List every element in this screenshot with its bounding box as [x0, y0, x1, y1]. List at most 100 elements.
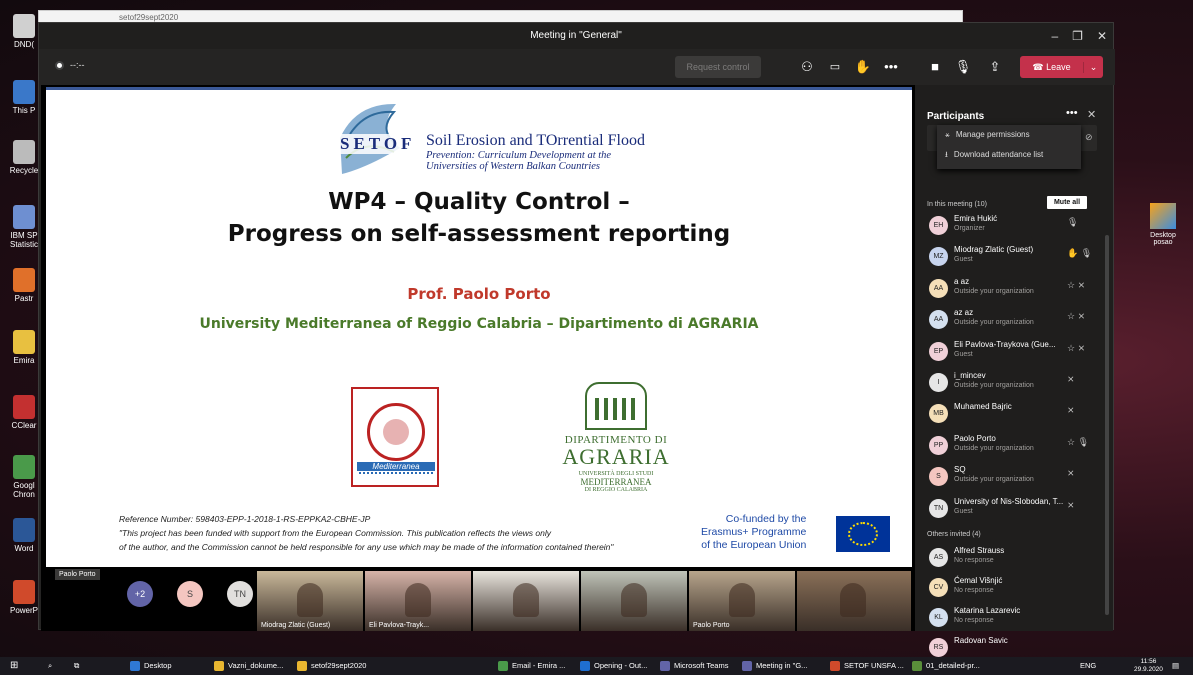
- invited-row[interactable]: CV Ćemal Višnjić No response: [927, 573, 1097, 603]
- video-tile[interactable]: [581, 571, 687, 631]
- windows-start-icon[interactable]: ⊞: [10, 659, 18, 673]
- menu-item-label: Download attendance list: [953, 150, 1044, 159]
- taskbar-item[interactable]: Email - Emira ...: [498, 659, 565, 673]
- taskbar-item[interactable]: Opening - Out...: [580, 659, 647, 673]
- video-tile[interactable]: Eli Pavlova-Trayk...: [365, 571, 471, 631]
- leave-label: Leave: [1046, 61, 1071, 72]
- taskbar-item[interactable]: Desktop: [130, 659, 172, 673]
- participants-menu: ⚹ Manage permissions ⭳ Download attendance…: [937, 125, 1081, 169]
- taskbar-item[interactable]: setof29sept2020: [297, 659, 366, 673]
- desktop-shortcut[interactable]: Desktop posao: [1143, 203, 1183, 246]
- participant-row[interactable]: AA az az Outside your organization ☆ ⨯: [927, 305, 1097, 335]
- video-tile[interactable]: Paolo Porto: [689, 571, 795, 631]
- participant-status: Guest: [954, 507, 973, 515]
- app-icon: [660, 661, 670, 672]
- invited-row[interactable]: AS Alfred Strauss No response: [927, 543, 1097, 573]
- meeting-toolbar: --:-- Request control ⚇ ▭ ✋ ••• ■ 🎙 ⇪ ☎ …: [39, 49, 1115, 85]
- participant-action-icon[interactable]: ☆ ⨯: [1067, 280, 1085, 291]
- participant-action-icon[interactable]: ☆ 🎙: [1067, 437, 1089, 448]
- participant-avatar[interactable]: S: [177, 581, 203, 607]
- agraria-logo: DIPARTIMENTO DI AGRARIA UNIVERSITÀ DEGLI…: [551, 382, 681, 512]
- participant-name: University of Nis-Slobodan, T...: [954, 496, 1064, 506]
- slide-title-line-1: WP4 – Quality Control –: [328, 189, 630, 215]
- in-meeting-header[interactable]: In this meeting (10): [927, 201, 987, 208]
- leave-dropdown-icon[interactable]: ⌄: [1083, 61, 1103, 73]
- menu-item-download-attendance[interactable]: ⭳ Download attendance list: [937, 145, 1081, 165]
- participant-row[interactable]: TN University of Nis-Slobodan, T... Guest ⨯: [927, 494, 1097, 524]
- presentation-slide: SETOF Soil Erosion and TOrrential Flood …: [46, 87, 912, 567]
- notifications-icon[interactable]: ▤: [1172, 659, 1179, 673]
- participant-row[interactable]: EP Eli Pavlova-Traykova (Gue... Guest ☆ ⨯: [927, 337, 1097, 367]
- share-screen-icon[interactable]: ⇪: [985, 57, 1005, 77]
- taskbar-item-label: Desktop: [144, 661, 172, 670]
- participant-row[interactable]: MZ Miodrag Zlatic (Guest) Guest ✋ 🎙: [927, 242, 1097, 272]
- menu-item-label: Manage permissions: [955, 130, 1030, 139]
- panel-scrollbar[interactable]: [1105, 235, 1109, 615]
- app-icon: [297, 661, 307, 672]
- taskbar-item[interactable]: Meeting in "G...: [742, 659, 807, 673]
- app-icon: [13, 14, 35, 38]
- more-actions-icon[interactable]: •••: [881, 57, 901, 77]
- participant-name: Paolo Porto: [954, 433, 996, 443]
- participant-name: Ćemal Višnjić: [954, 576, 1003, 585]
- system-clock[interactable]: 11:56 29.9.2020: [1134, 658, 1163, 674]
- taskbar-item[interactable]: Microsoft Teams: [660, 659, 728, 673]
- taskbar-item[interactable]: 01_detailed-pr...: [912, 659, 980, 673]
- search-icon[interactable]: ⌕: [48, 659, 52, 673]
- camera-icon[interactable]: ■: [925, 57, 945, 77]
- participant-name: Eli Pavlova-Traykova (Gue...: [954, 339, 1056, 349]
- minimize-icon[interactable]: –: [1051, 23, 1058, 49]
- participant-action-icon[interactable]: ⨯: [1067, 468, 1075, 479]
- video-tile[interactable]: [797, 571, 911, 631]
- participant-row[interactable]: Ii_mincev Outside your organization ⨯: [927, 368, 1097, 398]
- window-title: Meeting in "General": [530, 30, 622, 41]
- participant-action-icon[interactable]: ⨯: [1067, 500, 1075, 511]
- person-silhouette: [840, 583, 867, 617]
- dept-line-2: AGRARIA: [562, 444, 670, 469]
- close-panel-icon[interactable]: ✕: [1087, 108, 1096, 121]
- erasmus-line-3: of the European Union: [701, 539, 807, 551]
- participant-row[interactable]: MB Muhamed Bajric ⨯: [927, 399, 1097, 429]
- menu-item-manage-permissions[interactable]: ⚹ Manage permissions: [937, 125, 1081, 145]
- participants-icon[interactable]: ⚇: [797, 57, 817, 77]
- maximize-icon[interactable]: ❐: [1072, 23, 1083, 49]
- taskbar-item-label: Email - Emira ...: [512, 661, 566, 670]
- participant-action-icon[interactable]: ⨯: [1067, 374, 1075, 385]
- participant-row[interactable]: PP Paolo Porto Outside your organization ☆ …: [927, 431, 1097, 461]
- participant-action-icon[interactable]: ⨯: [1067, 405, 1075, 416]
- taskbar-item[interactable]: SETOF UNSFA ...: [830, 659, 904, 673]
- participant-row[interactable]: EH Emira Hukić Organizer 🎙: [927, 211, 1097, 241]
- mute-all-button[interactable]: Mute all: [1047, 196, 1087, 209]
- others-invited-header[interactable]: Others invited (4): [927, 531, 981, 538]
- task-view-icon[interactable]: ⧉: [74, 659, 79, 673]
- participant-action-icon[interactable]: ☆ ⨯: [1067, 343, 1085, 354]
- video-tile[interactable]: [473, 571, 579, 631]
- invited-row[interactable]: KL Katarina Lazarevic No response: [927, 603, 1097, 633]
- erasmus-text: Co-funded by the Erasmus+ Programme of t…: [701, 513, 806, 552]
- microphone-icon[interactable]: 🎙: [953, 57, 973, 77]
- taskbar-item[interactable]: Vazni_dokume...: [214, 659, 283, 673]
- close-icon[interactable]: ✕: [1097, 23, 1107, 49]
- participant-action-icon[interactable]: ☆ ⨯: [1067, 311, 1085, 322]
- more-options-icon[interactable]: •••: [1066, 107, 1078, 119]
- participant-status: Outside your organization: [954, 287, 1034, 295]
- leave-button[interactable]: ☎ Leave ⌄: [1020, 56, 1103, 78]
- background-window-title: setof29sept2020: [119, 13, 179, 22]
- app-icon: [742, 661, 752, 672]
- share-invite-icon[interactable]: ⊘: [1085, 132, 1093, 143]
- participant-avatar: MB: [929, 404, 948, 424]
- participant-action-icon[interactable]: ✋ 🎙: [1067, 248, 1092, 259]
- participant-avatar[interactable]: TN: [227, 581, 253, 607]
- request-control-button[interactable]: Request control: [675, 56, 761, 78]
- person-silhouette: [621, 583, 648, 617]
- participant-avatar: I: [929, 373, 948, 392]
- participant-action-icon[interactable]: 🎙: [1067, 217, 1078, 228]
- chat-icon[interactable]: ▭: [825, 57, 845, 77]
- participant-row[interactable]: AA a az Outside your organization ☆ ⨯: [927, 274, 1097, 304]
- participant-row[interactable]: S SQ Outside your organization ⨯: [927, 462, 1097, 492]
- video-tile[interactable]: Miodrag Zlatic (Guest): [257, 571, 363, 631]
- language-indicator[interactable]: ENG: [1080, 659, 1096, 673]
- participant-avatar[interactable]: +2: [127, 581, 153, 607]
- raise-hand-icon[interactable]: ✋: [853, 57, 873, 77]
- app-icon: [130, 661, 140, 672]
